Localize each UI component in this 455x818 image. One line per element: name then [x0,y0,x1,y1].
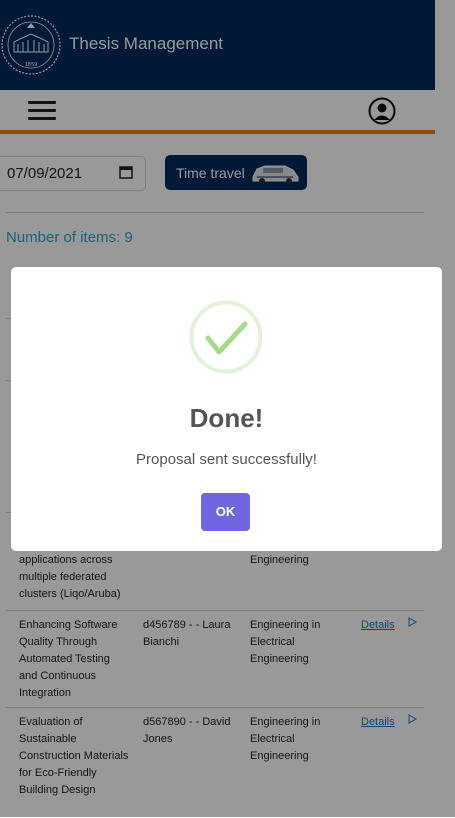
dialog-message: Proposal sent successfully! [136,451,317,468]
success-dialog: Done! Proposal sent successfully! OK [11,267,442,551]
ok-button[interactable]: OK [201,493,250,531]
checkmark-success-icon [189,300,263,374]
dialog-title: Done! [189,403,264,433]
